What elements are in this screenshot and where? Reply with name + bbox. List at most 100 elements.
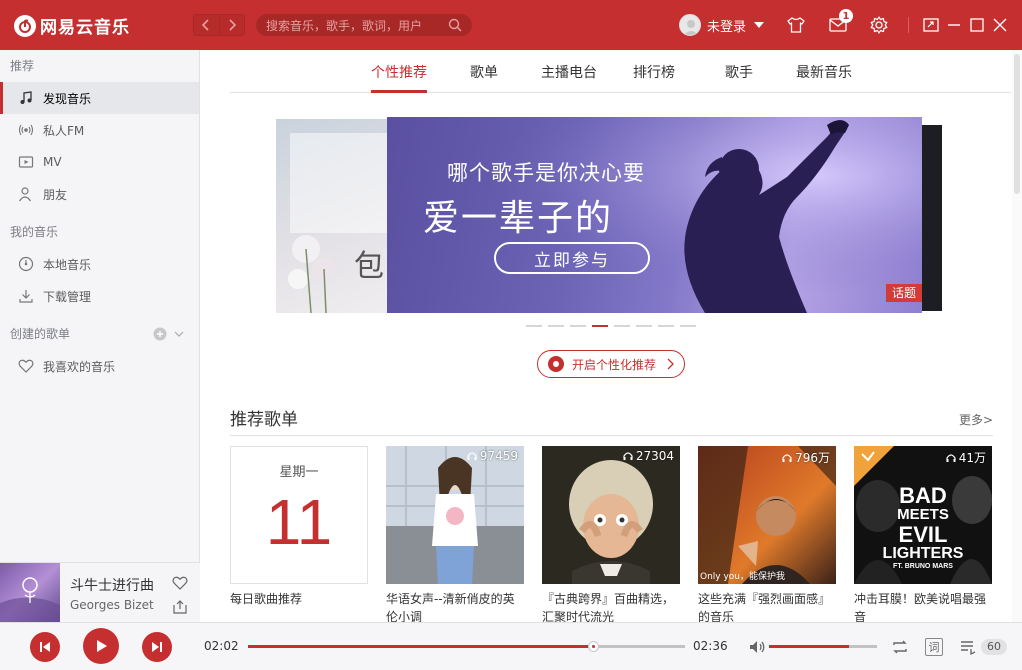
play-button[interactable] xyxy=(83,628,119,664)
skin-icon[interactable] xyxy=(786,15,806,35)
back-button[interactable] xyxy=(194,15,219,35)
playlist-title[interactable]: 『古典跨界』百曲精选，汇聚时代流光 xyxy=(542,590,682,622)
loop-icon[interactable] xyxy=(890,637,910,657)
close-icon[interactable] xyxy=(990,15,1010,35)
login-status[interactable]: 未登录 xyxy=(707,16,746,35)
carousel-dot[interactable] xyxy=(658,325,674,327)
banner-headline: 哪个歌手是你决心要 xyxy=(447,161,645,185)
banner-subheadline: 爱一辈子的 xyxy=(423,198,614,239)
volume-icon[interactable] xyxy=(747,637,767,657)
play-count: 97459 xyxy=(467,449,518,463)
banner-main-slide[interactable]: 哪个歌手是你决心要 爱一辈子的 立即参与 xyxy=(387,117,922,313)
tab-new-music[interactable]: 最新音乐 xyxy=(796,62,852,82)
carousel-dot[interactable] xyxy=(548,325,564,327)
app-logo[interactable]: 网易云音乐 xyxy=(14,13,130,38)
history-nav xyxy=(193,14,245,36)
chevron-down-icon[interactable] xyxy=(173,328,185,340)
playlist-cover[interactable]: BAD MEETS EVIL LIGHTERS FT. BRUNO MARS 4… xyxy=(854,446,992,584)
banner-prev-text: 包 xyxy=(354,249,384,284)
local-music-icon xyxy=(18,256,34,272)
carousel-dot[interactable] xyxy=(570,325,586,327)
cover-line: MEETS xyxy=(897,506,949,524)
gear-icon[interactable] xyxy=(869,15,889,35)
minimize-icon[interactable] xyxy=(944,15,964,35)
sidebar-item-download[interactable]: 下载管理 xyxy=(0,280,199,312)
section-actions xyxy=(153,327,185,341)
tab-playlists[interactable]: 歌单 xyxy=(470,62,498,82)
banner-prev-slide[interactable]: 包 xyxy=(276,119,401,314)
maximize-icon[interactable] xyxy=(967,15,987,35)
share-icon[interactable] xyxy=(172,599,188,615)
search-input[interactable]: 搜索音乐，歌手，歌词，用户 xyxy=(256,14,472,36)
sidebar-item-label: 私人FM xyxy=(43,123,85,138)
search-icon[interactable] xyxy=(448,18,462,32)
avatar[interactable] xyxy=(679,14,701,36)
play-count-value: 27304 xyxy=(635,449,674,463)
sidebar-item-liked[interactable]: 我喜欢的音乐 xyxy=(0,350,199,382)
volume-fill xyxy=(769,645,849,648)
carousel-dot[interactable] xyxy=(614,325,630,327)
chevron-right-icon xyxy=(667,358,674,370)
cover-lettering: BAD MEETS EVIL LIGHTERS FT. BRUNO MARS xyxy=(854,484,992,570)
main-scrollbar[interactable] xyxy=(1012,50,1022,622)
progress-handle[interactable] xyxy=(588,641,600,652)
sidebar-item-friends[interactable]: 朋友 xyxy=(0,178,199,210)
now-playing-cover[interactable] xyxy=(0,563,60,623)
carousel-dot[interactable] xyxy=(680,325,696,327)
playlist-title[interactable]: 华语女声--清新俏皮的英伦小调 xyxy=(386,590,526,622)
progress-bar[interactable] xyxy=(248,641,685,652)
playlist-cover[interactable]: 97459 xyxy=(386,446,524,584)
headphones-icon xyxy=(623,452,633,460)
add-playlist-icon[interactable] xyxy=(153,327,167,341)
mail-badge: 1 xyxy=(839,9,853,23)
previous-button[interactable] xyxy=(30,632,60,662)
tab-artists[interactable]: 歌手 xyxy=(725,62,753,82)
playlist-count[interactable]: 60 xyxy=(981,639,1007,655)
now-playing[interactable]: 斗牛士进行曲 Georges Bizet xyxy=(0,562,200,623)
sidebar-item-discover[interactable]: 发现音乐 xyxy=(0,82,199,114)
now-playing-artist[interactable]: Georges Bizet xyxy=(70,598,154,612)
titlebar-divider xyxy=(908,17,909,33)
carousel-dot-active[interactable] xyxy=(592,325,608,327)
volume-slider[interactable] xyxy=(769,645,877,648)
next-button[interactable] xyxy=(142,632,172,662)
playlist-card[interactable]: 796万 Only you，能保护我 这些充满『强烈画面感』的音乐 xyxy=(698,446,836,622)
sidebar-item-label: MV xyxy=(43,155,62,169)
playlist-title[interactable]: 这些充满『强烈画面感』的音乐 xyxy=(698,590,838,622)
radio-icon xyxy=(18,124,34,136)
playlist-card[interactable]: 97459 华语女声--清新俏皮的英伦小调 xyxy=(386,446,524,622)
banner-carousel[interactable]: 包 哪个歌手是你决心要 爱一辈子的 立即参与 xyxy=(276,117,942,314)
sidebar-item-local[interactable]: 本地音乐 xyxy=(0,248,199,280)
carousel-dot[interactable] xyxy=(636,325,652,327)
playlist-cover[interactable]: 796万 Only you，能保护我 xyxy=(698,446,836,584)
mini-mode-icon[interactable] xyxy=(921,15,941,35)
more-link[interactable]: 更多> xyxy=(959,411,993,428)
forward-button[interactable] xyxy=(218,15,244,35)
recommended-playlists-header: 推荐歌单 更多> xyxy=(230,405,993,436)
carousel-dots xyxy=(526,325,696,327)
playlist-card-daily[interactable]: 星期一 11 每日歌曲推荐 xyxy=(230,446,368,608)
playlist-cover[interactable]: 27304 xyxy=(542,446,680,584)
banner-join-button[interactable]: 立即参与 xyxy=(494,242,650,274)
playlist-icon[interactable] xyxy=(958,637,978,657)
playlist-card[interactable]: BAD MEETS EVIL LIGHTERS FT. BRUNO MARS 4… xyxy=(854,446,992,622)
tab-radio[interactable]: 主播电台 xyxy=(541,62,597,82)
tab-personal-recommend[interactable]: 个性推荐 xyxy=(371,62,427,82)
now-playing-title[interactable]: 斗牛士进行曲 xyxy=(70,575,154,595)
sidebar-item-mv[interactable]: MV xyxy=(0,146,199,178)
playlist-card[interactable]: 27304 『古典跨界』百曲精选，汇聚时代流光 xyxy=(542,446,680,622)
player-bar: 02:02 02:36 词 60 xyxy=(0,622,1022,670)
user-menu[interactable]: 未登录 xyxy=(679,14,765,36)
playlist-title[interactable]: 冲击耳膜！欧美说唱最强音 xyxy=(854,590,994,622)
scrollbar-thumb[interactable] xyxy=(1014,54,1020,194)
play-icon xyxy=(97,640,107,652)
tab-charts[interactable]: 排行榜 xyxy=(633,62,675,82)
enable-personal-recommend-button[interactable]: 开启个性化推荐 xyxy=(537,350,685,378)
caret-down-icon[interactable] xyxy=(754,22,765,28)
daily-calendar-cover[interactable]: 星期一 11 xyxy=(230,446,368,584)
playlist-title[interactable]: 每日歌曲推荐 xyxy=(230,590,370,608)
carousel-dot[interactable] xyxy=(526,325,542,327)
sidebar-item-fm[interactable]: 私人FM xyxy=(0,114,199,146)
lyrics-button[interactable]: 词 xyxy=(925,638,943,656)
like-icon[interactable] xyxy=(172,575,188,591)
